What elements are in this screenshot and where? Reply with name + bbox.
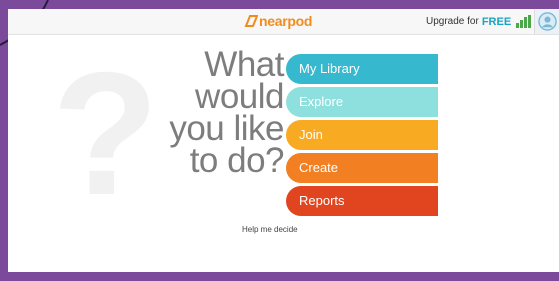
upgrade-free-label: FREE <box>481 15 512 28</box>
prompt-line: to do? <box>189 141 285 180</box>
nearpod-logo[interactable]: nearpod <box>244 12 312 30</box>
action-menu: My Library Explore Join Create Reports <box>286 54 438 219</box>
menu-item-reports[interactable]: Reports <box>286 186 438 216</box>
app-window: nearpod Upgrade for FREE ? What would yo… <box>8 9 559 272</box>
logo-text: nearpod <box>259 13 313 29</box>
signal-bars-icon <box>516 15 532 28</box>
help-me-decide-link[interactable]: Help me decide <box>242 225 298 234</box>
menu-item-my-library[interactable]: My Library <box>286 54 438 84</box>
menu-item-create[interactable]: Create <box>286 153 438 183</box>
page-prompt: What would you like to do? <box>169 47 285 180</box>
menu-item-join[interactable]: Join <box>286 120 438 150</box>
upgrade-label: Upgrade for <box>426 16 479 27</box>
account-button[interactable] <box>534 9 559 34</box>
upgrade-button[interactable]: Upgrade for FREE <box>426 15 532 28</box>
menu-item-explore[interactable]: Explore <box>286 87 438 117</box>
nearpod-logo-icon <box>244 15 258 27</box>
user-avatar-icon <box>538 12 557 31</box>
question-mark-icon: ? <box>52 37 159 232</box>
header-bar: nearpod Upgrade for FREE <box>8 9 559 35</box>
